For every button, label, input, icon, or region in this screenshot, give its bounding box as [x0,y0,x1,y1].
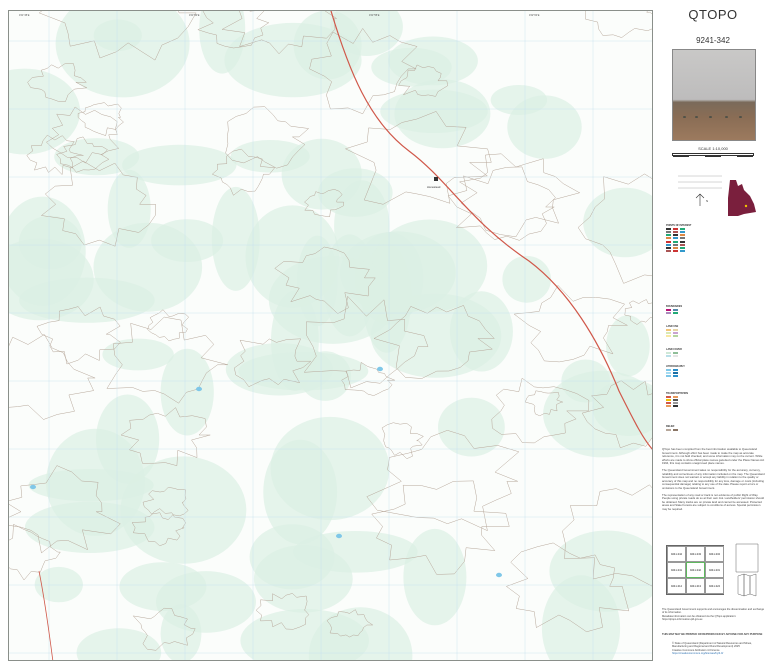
tree-icon [725,116,728,118]
vegetation-patch [507,95,582,159]
water-body [377,366,383,372]
copyright-text: © State of Queensland (Department of Nat… [672,642,752,649]
vegetation-patch [606,315,650,377]
index-sheet-cell[interactable]: 9241-341 [667,562,686,578]
tree-icon [683,116,686,118]
vegetation-patch [93,19,142,52]
queensland-locator-map [726,178,758,218]
tree-icon [695,116,698,118]
vegetation-layer [9,11,652,660]
vegetation-patch [102,338,174,371]
tree-icon [709,116,712,118]
homestead-label: Homestead [427,186,441,189]
vegetation-patch [156,571,256,633]
homestead-marker [434,177,438,181]
landscape-photo [672,49,756,141]
sheet-number: 9241-342 [696,36,730,45]
contour-line [147,309,190,342]
contour-line [77,102,124,136]
legend-points-of-interest: POINTS OF INTEREST [666,224,764,253]
index-sheet-cell[interactable]: 9241-334 [705,546,724,562]
vegetation-patch [107,169,151,248]
support-text: The Queensland Government supports and e… [662,608,765,615]
metadata-text[interactable]: Metadata information can be obtained via… [662,615,766,622]
water-body [496,572,502,578]
copyright-block: © State of Queensland (Department of Nat… [672,642,766,656]
vegetation-patch [270,416,390,521]
disclaimer-paragraph: The Queensland Government takes no respo… [662,467,765,490]
contour-line [366,430,520,532]
legend-boundaries: BOUNDARIES [666,305,764,315]
vegetation-patch [268,256,397,344]
contour-line [9,334,96,420]
index-sheet-cell[interactable]: 9241-314 [667,578,686,594]
vegetation-patch [502,255,551,303]
map-info-panel: QTOPO 9241-342 SCALE 1:10,000 N POINTS O… [658,0,768,671]
water-body [336,533,342,539]
index-sheet-cell[interactable]: 9241-343 [686,546,705,562]
adjoining-sheet-index: 9241-344 9241-343 9241-334 9241-341 9241… [666,545,724,595]
legend-land-use: LAND USE [666,325,764,338]
water-body [30,484,36,490]
index-sheet-cell[interactable]: 9241-324 [705,578,724,594]
tree-icon [739,116,742,118]
topographic-map[interactable]: 151°45'E 151°50'E 151°55'E 152°00'E Home… [8,10,653,661]
scale-text: SCALE 1:10,000 [698,146,728,151]
map-title: QTOPO [688,7,738,22]
licence-link[interactable]: https://creativecommons.org/licenses/by/… [672,652,766,655]
grid-coordinate-label: 151°45'E [19,14,30,17]
disclaimer-paragraph: QTopo has been compiled from the best in… [662,447,765,466]
legend-relief: RELIEF [666,425,764,431]
index-sheet-current[interactable]: 9241-342 [686,562,705,578]
vegetation-patch [238,352,369,391]
index-sheet-cell[interactable]: 9241-344 [667,546,686,562]
vegetation-patch [76,628,162,660]
vegetation-patch [583,187,652,258]
svg-text:N: N [706,199,708,203]
grid-coordinate-label: 151°50'E [189,14,200,17]
reproduction-notice: THIS MAP MAY BE PRINTED OR REPRODUCED BY… [662,633,763,636]
legend-hydrography: HYDROGRAPHY [666,365,764,378]
index-sheet-cell[interactable]: 9241-331 [705,562,724,578]
disclaimer-text: QTopo has been compiled from the best in… [662,447,766,515]
vegetation-patch [318,168,393,217]
vegetation-patch [449,291,513,372]
water-body [196,386,202,392]
vegetation-patch [9,68,81,155]
contour-line [584,11,652,38]
index-sheet-cell[interactable]: 9241-313 [686,578,705,594]
legend-transportation: TRANSPORTATION [666,392,764,408]
folding-diagram [732,540,762,598]
locality-diagram: N [670,170,730,220]
vegetation-patch [230,140,310,173]
scale-bar [672,153,754,157]
contour-line [458,153,580,238]
legend-land-cover: LAND COVER [666,348,764,358]
support-statement: The Queensland Government supports and e… [662,608,766,622]
grid-coordinate-label: 152°00'E [529,14,540,17]
grid-coordinate-label: 151°55'E [369,14,380,17]
vegetation-patch [151,219,224,262]
disclaimer-paragraph: The representation of any road or track … [662,492,764,511]
contour-line [381,422,424,459]
vegetation-patch [438,397,505,457]
map-canvas [9,11,652,660]
